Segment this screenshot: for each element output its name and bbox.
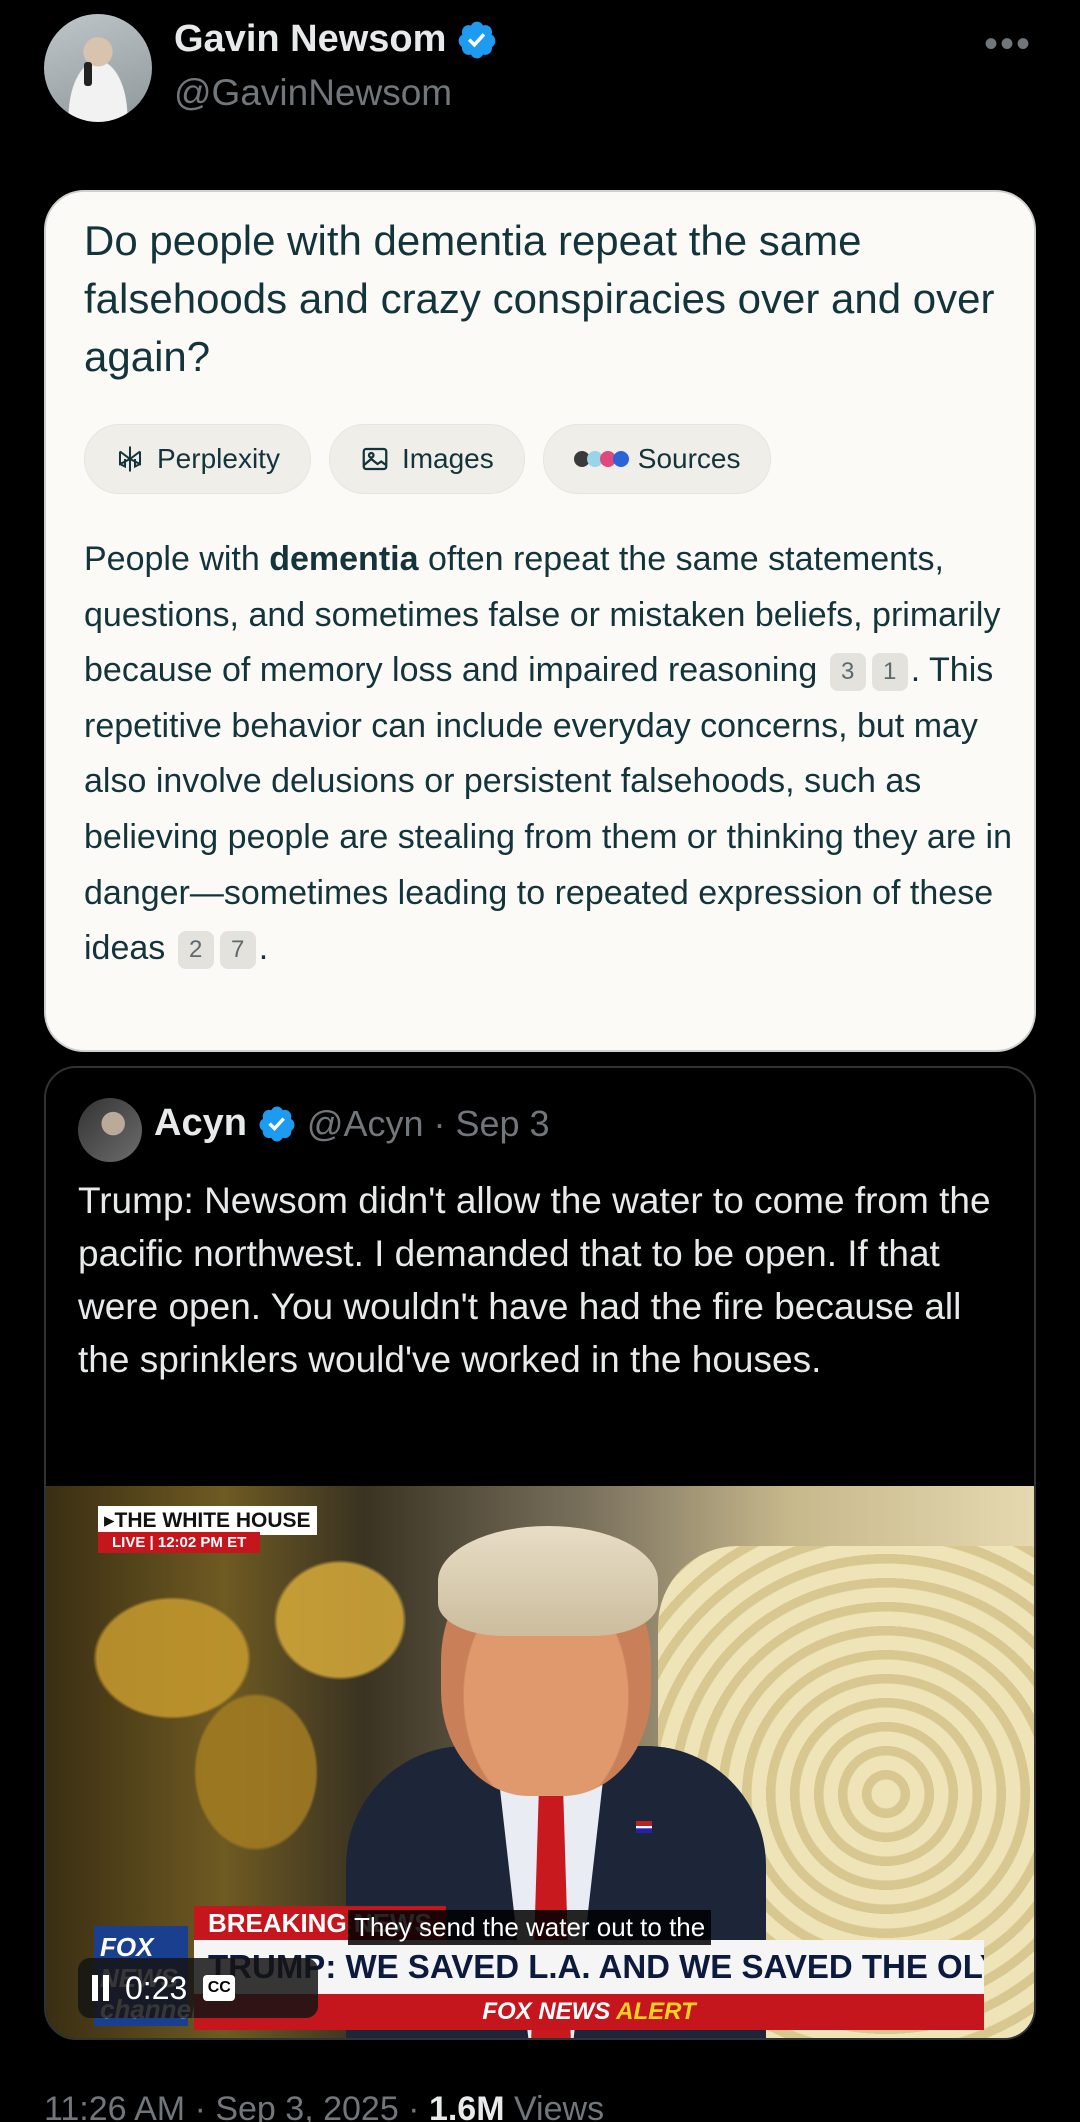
alert-brand: FOX NEWS (482, 1998, 611, 2025)
citation-badge[interactable]: 1 (871, 653, 908, 692)
image-icon (362, 447, 388, 471)
tweet-timestamp-views: 11:26 AM · Sep 3, 2025 · 1.6M Views (44, 2090, 604, 2122)
pause-icon[interactable] (92, 1975, 109, 2001)
quoted-tweet-header: Acyn @Acyn · Sep 3 (154, 1102, 550, 1145)
chip-images[interactable]: Images (328, 424, 525, 494)
perplexity-logo-icon (119, 446, 141, 472)
answer-part2: . This repetitive behavior can include e… (84, 651, 1012, 968)
source-favicons-icon (573, 451, 629, 467)
video-caption: They send the water out to the (348, 1910, 712, 1945)
views-count: 1.6M (428, 2090, 505, 2122)
answer-intro: People with (84, 540, 270, 578)
chip-sources[interactable]: Sources (542, 424, 772, 494)
more-options-icon[interactable]: ••• (984, 22, 1032, 67)
verified-badge-icon (459, 21, 496, 58)
author-name[interactable]: Gavin Newsom (174, 18, 446, 61)
quoted-author-avatar[interactable] (78, 1098, 142, 1162)
speaker-hair (438, 1526, 658, 1636)
answer-end: . (258, 929, 269, 968)
closed-captions-icon[interactable]: CC (203, 1975, 236, 2001)
citation-badge[interactable]: 3 (829, 653, 866, 692)
chip-sources-label: Sources (637, 443, 741, 474)
citation-badge[interactable]: 2 (177, 931, 214, 970)
live-tag: LIVE | 12:02 PM ET (98, 1532, 261, 1553)
answer-bold-term: dementia (269, 540, 419, 578)
verified-badge-icon (259, 1106, 295, 1141)
chip-perplexity-label: Perplexity (157, 443, 280, 474)
chip-perplexity[interactable]: Perplexity (84, 424, 311, 494)
tweet-header: Gavin Newsom @GavinNewsom ••• (0, 0, 1080, 140)
citation-badge[interactable]: 7 (219, 931, 256, 970)
views-label: Views (504, 2090, 605, 2122)
tweet-timestamp[interactable]: 11:26 AM · Sep 3, 2025 · (44, 2090, 429, 2122)
perplexity-answer: People with dementia often repeat the sa… (84, 532, 1014, 977)
quoted-tweet[interactable]: Acyn @Acyn · Sep 3 Trump: Newsom didn't … (44, 1066, 1036, 2040)
perplexity-screenshot-card[interactable]: Do people with dementia repeat the same … (44, 190, 1036, 1052)
perplexity-question: Do people with dementia repeat the same … (84, 217, 995, 380)
flag-pin (636, 1821, 652, 1833)
microphone (84, 62, 92, 86)
perplexity-chips: Perplexity Images Sources (84, 424, 772, 494)
video-player[interactable]: ▸THE WHITE HOUSE LIVE | 12:02 PM ET FOX … (46, 1486, 1034, 2038)
quoted-handle-date[interactable]: @Acyn · Sep 3 (307, 1103, 550, 1145)
quoted-tweet-text: Trump: Newsom didn't allow the water to … (78, 1180, 991, 1380)
author-avatar[interactable] (44, 14, 152, 122)
alert-word: ALERT (616, 1998, 696, 2025)
white-house-tag: ▸THE WHITE HOUSE (98, 1506, 317, 1535)
author-name-row: Gavin Newsom (174, 18, 498, 61)
quoted-author-name[interactable]: Acyn (154, 1102, 247, 1145)
video-controls: 0:23 CC (78, 1958, 318, 2018)
author-handle[interactable]: @GavinNewsom (174, 72, 452, 114)
video-time: 0:23 (125, 1969, 188, 2006)
chip-images-label: Images (401, 443, 494, 474)
